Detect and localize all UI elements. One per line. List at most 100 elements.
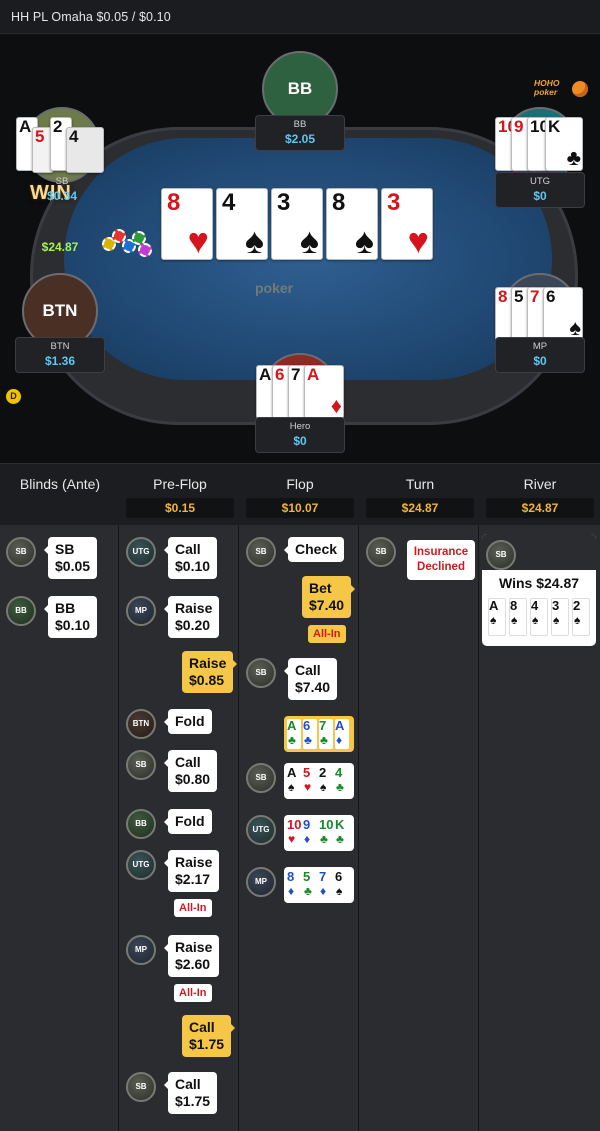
card-rank: 5 (303, 765, 311, 780)
action-type: Raise (175, 600, 213, 616)
card-rank: 8 (510, 598, 518, 613)
card-rank: 10 (287, 817, 302, 832)
card-suit: ♠ (574, 613, 581, 627)
action-type: Raise (175, 854, 213, 870)
all-in-tag: All-In (308, 625, 346, 643)
action-bubble: BB $0.10 (43, 596, 98, 638)
board-card: 8 ♥ (161, 188, 213, 260)
action-type: Bet (309, 580, 332, 596)
card-rank: 4 (335, 765, 343, 780)
action-bubble: Bet $7.40 (302, 576, 356, 618)
action-type: Raise (189, 655, 227, 671)
all-in-tag: All-In (174, 899, 212, 917)
card-rank: 6 (335, 869, 343, 884)
card-rank: 7 (319, 718, 327, 733)
seat-utg-namebox[interactable]: UTG $0 (495, 172, 585, 208)
position-badge: SB (246, 658, 276, 688)
card-suit: ♣ (320, 733, 328, 747)
seat-sb-winnings: $24.87 (41, 240, 79, 254)
revealed-hand: 10 ♥ 9 ♦ 10 ♣ K ♣ (284, 815, 354, 851)
action-amount: $0.05 (55, 558, 91, 574)
revealed-hand: A ♣ 6 ♣ 7 ♣ A ♦ (284, 716, 354, 752)
action-bubble: Fold (164, 809, 212, 834)
action-bubble: Call $1.75 (182, 1015, 236, 1057)
brand-line2: poker (534, 87, 558, 97)
seat-btn-namebox[interactable]: BTN $1.36 (15, 337, 105, 373)
mini-card: 9 ♦ (303, 818, 317, 848)
mini-card: K ♣ (335, 818, 349, 848)
card-rank: 10 (319, 817, 334, 832)
street-header-3[interactable]: Turn $24.87 (360, 464, 480, 526)
action-amount: $2.17 (175, 871, 211, 887)
seat-bb-namebox[interactable]: BB $2.05 (255, 115, 345, 151)
mini-card: 5 ♥ (303, 766, 317, 796)
street-header-0[interactable]: Blinds (Ante) (0, 464, 120, 526)
mini-card: 7 ♦ (319, 870, 333, 900)
seat-name: UTG (529, 176, 551, 187)
action-bubble: Raise $2.17 (163, 850, 220, 892)
seat-hero-namebox[interactable]: Hero $0 (255, 417, 345, 453)
card-suit: ♠ (354, 220, 374, 260)
seat-sb-namebox[interactable]: SB $0.34 (17, 172, 107, 208)
street-header-1[interactable]: Pre-Flop $0.15 (120, 464, 240, 526)
card-suit: ♠ (244, 220, 264, 260)
dealer-button-icon: D (6, 389, 21, 404)
position-badge: UTG (126, 537, 156, 567)
felt-logo: poker (255, 280, 294, 296)
card-suit: ♠ (490, 613, 497, 627)
position-badge: BTN (126, 709, 156, 739)
card-suit: ♣ (288, 733, 296, 747)
card-suit: ♥ (187, 220, 209, 260)
action-type: Check (295, 541, 338, 557)
action-type: Call (175, 541, 201, 557)
mini-card: A ♦ (335, 719, 349, 749)
street-header-2[interactable]: Flop $10.07 (240, 464, 360, 526)
card-suit: ♣ (336, 832, 344, 846)
action-bubble: Fold (164, 709, 212, 734)
card-suit: ♦ (336, 733, 343, 747)
action-bubble: Call $1.75 (163, 1072, 218, 1114)
board-card: 3 ♥ (381, 188, 433, 260)
seat-stack: $0 (533, 189, 547, 203)
card-rank: A (335, 718, 345, 733)
position-badge: SB (6, 537, 36, 567)
mini-card: 10 ♥ (287, 818, 301, 848)
position-badge: BB (6, 596, 36, 626)
all-in-tag: All-In (174, 984, 212, 1002)
action-type: SB (55, 541, 75, 557)
revealed-hand: 8 ♦ 5 ♣ 7 ♦ 6 ♠ (284, 867, 354, 903)
seat-stack: $0 (293, 434, 307, 448)
action-amount: $0.10 (55, 617, 91, 633)
position-badge: BB (126, 809, 156, 839)
mini-card: 5 ♣ (303, 870, 317, 900)
card-suit: ♠ (320, 780, 327, 794)
mini-card: 4 ♣ (335, 766, 349, 796)
card-suit: ♥ (288, 832, 296, 846)
street-name: River (523, 476, 557, 492)
action-bubble: Call $0.10 (163, 537, 218, 579)
insurance-line: Insurance (413, 546, 469, 558)
window-title: HH PL Omaha $0.05 / $0.10 (11, 10, 171, 24)
card-suit: ♦ (304, 832, 311, 846)
mini-card: 2 ♠ (319, 766, 333, 796)
street-header-4[interactable]: River $24.87 (480, 464, 600, 526)
action-amount: $2.60 (175, 956, 211, 972)
action-amount: $0.80 (175, 771, 211, 787)
card-rank: A (287, 765, 297, 780)
column-turn (360, 525, 479, 1131)
mini-card: 7 ♣ (319, 719, 333, 749)
action-type: Call (189, 1019, 215, 1035)
action-bubble: Check (283, 537, 345, 562)
winning-card: 2 ♠ (572, 598, 590, 636)
action-type: Fold (175, 813, 205, 829)
seat-stack: $2.05 (284, 132, 316, 146)
position-badge: MP (126, 935, 156, 965)
street-name: Flop (286, 476, 314, 492)
action-amount: $1.75 (175, 1093, 211, 1109)
action-type: Call (295, 662, 321, 678)
street-header-row: Blinds (Ante) Pre-Flop $0.15 Flop $10.07 Turn… (0, 463, 600, 525)
card-rank: K (335, 817, 345, 832)
seat-mp-namebox[interactable]: MP $0 (495, 337, 585, 373)
card-rank: 9 (303, 817, 311, 832)
card-suit: ♠ (288, 780, 295, 794)
